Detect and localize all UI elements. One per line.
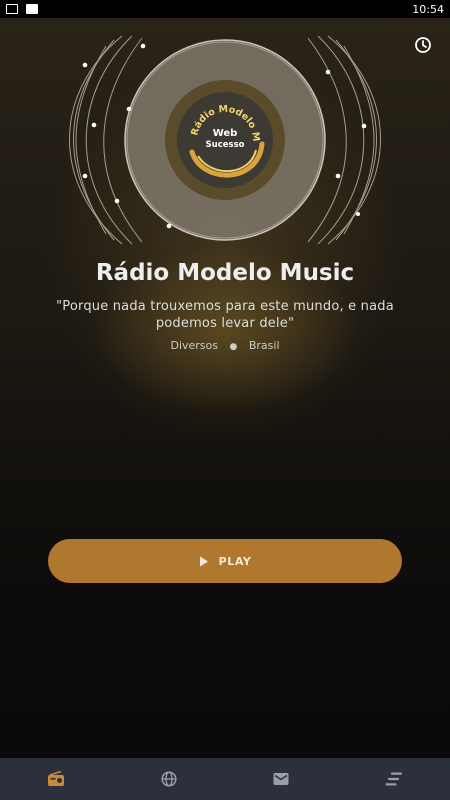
logo-line1: Web <box>213 128 238 139</box>
status-bar: 10:54 <box>0 0 450 18</box>
station-genre: Diversos <box>170 339 218 352</box>
station-artwork: Rádio Modelo Music Web Sucesso <box>59 26 388 246</box>
history-button[interactable] <box>414 36 432 54</box>
menu-icon <box>385 772 402 786</box>
station-slogan: "Porque nada trouxemos para este mundo, … <box>56 299 394 331</box>
nav-item-radio[interactable] <box>0 758 113 800</box>
station-title: Rádio Modelo Music <box>95 260 355 286</box>
logo-line2: Sucesso <box>206 140 245 150</box>
bottom-navigation <box>0 758 450 800</box>
app-root: 10:54 Rádio Modelo M Web Sucesso Rádio M… <box>0 0 450 800</box>
radio-notification-icon <box>6 4 18 14</box>
status-time: 10:54 <box>412 2 444 16</box>
separator-dot: ● <box>229 342 238 352</box>
image-notification-icon <box>26 4 38 14</box>
nav-item-menu[interactable] <box>338 758 450 800</box>
radio-icon <box>48 771 65 786</box>
station-meta: Diversos ● Brasil <box>0 339 450 352</box>
play-label: PLAY <box>218 554 252 568</box>
play-button[interactable]: PLAY <box>48 539 402 583</box>
nav-item-messages[interactable] <box>225 758 338 800</box>
clock-icon <box>415 37 431 53</box>
play-icon <box>199 556 208 566</box>
station-country: Brasil <box>248 339 280 352</box>
globe-icon <box>161 771 177 787</box>
mail-icon <box>273 773 289 785</box>
nav-item-globe[interactable] <box>113 758 226 800</box>
